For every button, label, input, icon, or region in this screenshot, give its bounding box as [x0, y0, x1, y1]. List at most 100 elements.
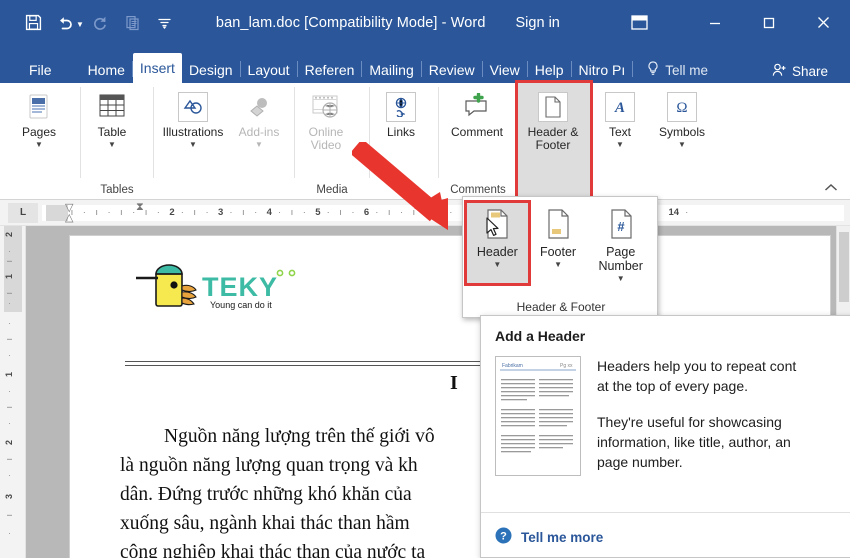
- vruler-tick: ı: [3, 260, 14, 263]
- tab-layout[interactable]: Layout: [241, 57, 297, 83]
- tab-references[interactable]: Referen: [298, 57, 362, 83]
- minimize-button[interactable]: [688, 0, 742, 45]
- collapse-ribbon-icon[interactable]: [824, 183, 838, 195]
- tab-insert[interactable]: Insert: [132, 53, 182, 83]
- symbols-button[interactable]: Ω Symbols ▼: [649, 89, 715, 151]
- illustrations-icon: [177, 91, 209, 123]
- horizontal-ruler[interactable]: L ı · ı · ı · ı · ı · 2 · ı · 3 · ı · 4 …: [0, 200, 850, 226]
- footer-menu-label: Footer: [539, 245, 577, 259]
- vruler-tick: ı: [3, 406, 14, 409]
- ribbon-display-options-icon[interactable]: [612, 0, 666, 45]
- svg-text:TEKY: TEKY: [202, 272, 278, 302]
- tab-home[interactable]: Home: [81, 57, 132, 83]
- tab-help[interactable]: Help: [528, 57, 571, 83]
- chevron-down-icon[interactable]: ▼: [617, 274, 625, 283]
- links-button[interactable]: Links: [370, 89, 432, 141]
- teky-logo: TEKY Young can do it: [134, 260, 304, 312]
- pages-button[interactable]: Pages ▼: [8, 89, 70, 151]
- question-mark-icon: ?: [495, 527, 512, 547]
- media-group-label: Media: [316, 184, 348, 196]
- addins-button: Add-ins ▼: [232, 89, 286, 151]
- window-title: ban_lam.doc [Compatibility Mode] - Word: [215, 14, 486, 31]
- tooltip-p1-line2: at the top of every page.: [597, 378, 748, 394]
- comment-button[interactable]: Comment: [439, 89, 515, 141]
- symbols-icon: Ω: [666, 91, 698, 123]
- tables-group-label: Tables: [100, 184, 134, 196]
- vruler-label-2-top: 2: [3, 232, 14, 238]
- chevron-down-icon[interactable]: ▼: [108, 141, 116, 149]
- vruler-tick: ·: [3, 250, 14, 253]
- tab-review[interactable]: Review: [422, 57, 482, 83]
- maximize-button[interactable]: [742, 0, 796, 45]
- header-menu-item[interactable]: Header ▼: [464, 200, 531, 286]
- tell-me-search[interactable]: Tell me: [647, 57, 708, 83]
- tooltip-description: Headers help you to repeat cont at the to…: [597, 356, 850, 476]
- tooltip-paragraph-1: Headers help you to repeat cont at the to…: [597, 356, 850, 396]
- symbols-label: Symbols: [658, 125, 705, 139]
- ruler-track[interactable]: ı · ı · ı · ı · ı · 2 · ı · 3 · ı · 4 · …: [42, 201, 844, 224]
- ribbon-group-tables: Table ▼ Tables: [81, 83, 153, 200]
- chevron-down-icon[interactable]: ▼: [189, 141, 197, 149]
- table-label: Table: [97, 125, 127, 139]
- chevron-down-icon[interactable]: ▼: [678, 141, 686, 149]
- left-indent-marker[interactable]: △: [65, 211, 73, 224]
- svg-text:#: #: [617, 219, 625, 234]
- page-number-menu-item[interactable]: # Page Number ▼: [588, 203, 653, 283]
- hanging-indent-marker[interactable]: ⧗: [136, 201, 144, 214]
- svg-text:Pg xx: Pg xx: [560, 363, 573, 369]
- ribbon-group-comments: Comment Comments: [439, 83, 517, 200]
- tooltip-p2-line2: information, like title, author, an: [597, 434, 791, 450]
- ribbon-group-media: Online Video Media: [295, 83, 369, 200]
- tooltip-p1-line1: Headers help you to repeat cont: [597, 358, 797, 374]
- word-window: ▼ ban_lam.doc [Compatibility Mode] - Wor…: [0, 0, 850, 558]
- text-button[interactable]: A Text ▼: [591, 89, 649, 151]
- lightbulb-icon: [647, 61, 659, 79]
- share-button[interactable]: Share: [772, 63, 828, 80]
- tab-design[interactable]: Design: [182, 57, 240, 83]
- header-menu-label: Header: [476, 245, 518, 259]
- online-video-button: Online Video: [295, 89, 357, 154]
- header-footer-button[interactable]: Header & Footer: [518, 89, 588, 154]
- paragraph-text: Nguồn năng lượng trên thế giới vô là ngu…: [120, 426, 435, 558]
- chevron-down-icon[interactable]: ▼: [493, 260, 501, 269]
- links-group-label: [370, 180, 438, 200]
- table-button[interactable]: Table ▼: [81, 89, 143, 151]
- header-footer-dropdown[interactable]: Header ▼ Footer ▼ # Page Number ▼ Header…: [462, 196, 658, 318]
- vertical-ruler[interactable]: 2 · ı 1 ı · · ı · 1 · ı · 2 ı · 3 ı ·: [0, 226, 26, 558]
- tell-me-more-link[interactable]: ? Tell me more: [495, 527, 603, 547]
- close-button[interactable]: [796, 0, 850, 45]
- ribbon-group-text-symbols: A Text ▼ Ω Symbols ▼: [591, 83, 721, 200]
- table-icon: [96, 91, 128, 123]
- chevron-down-icon[interactable]: ▼: [616, 141, 624, 149]
- mouse-cursor-icon: [486, 217, 500, 242]
- chevron-down-icon[interactable]: ▼: [554, 260, 562, 269]
- vruler-tick: ·: [3, 390, 14, 393]
- save-icon[interactable]: [18, 8, 48, 38]
- scrollbar-thumb[interactable]: [839, 232, 849, 302]
- svg-text:A: A: [614, 100, 625, 116]
- dropdown-group-label: Header & Footer: [516, 300, 606, 314]
- footer-page-icon: [540, 205, 576, 243]
- svg-text:Young can do it: Young can do it: [210, 300, 272, 310]
- chevron-down-icon[interactable]: ▼: [35, 141, 43, 149]
- links-icon: [385, 91, 417, 123]
- tab-nitro-pro[interactable]: Nitro Pı: [572, 57, 633, 83]
- vruler-tick: ·: [3, 302, 14, 305]
- tab-stop-selector[interactable]: L: [8, 202, 38, 223]
- links-label: Links: [386, 125, 415, 139]
- undo-dropdown-caret[interactable]: ▼: [76, 20, 84, 29]
- illustrations-button[interactable]: Illustrations ▼: [154, 89, 232, 151]
- tab-view[interactable]: View: [483, 57, 527, 83]
- vruler-label-1: 1: [3, 372, 14, 378]
- quick-access-toolbar: ▼: [0, 8, 180, 38]
- customize-qat-icon[interactable]: [150, 8, 180, 38]
- tab-mailings[interactable]: Mailing: [362, 57, 420, 83]
- footer-menu-item[interactable]: Footer ▼: [528, 203, 589, 283]
- online-video-label: Online Video: [308, 125, 344, 152]
- text-label: Text: [608, 125, 631, 139]
- window-controls: [612, 0, 850, 45]
- tab-file[interactable]: File: [22, 57, 59, 83]
- format-painter-icon: [118, 8, 148, 38]
- header-page-icon: [479, 205, 515, 243]
- sign-in-button[interactable]: Sign in: [516, 15, 560, 31]
